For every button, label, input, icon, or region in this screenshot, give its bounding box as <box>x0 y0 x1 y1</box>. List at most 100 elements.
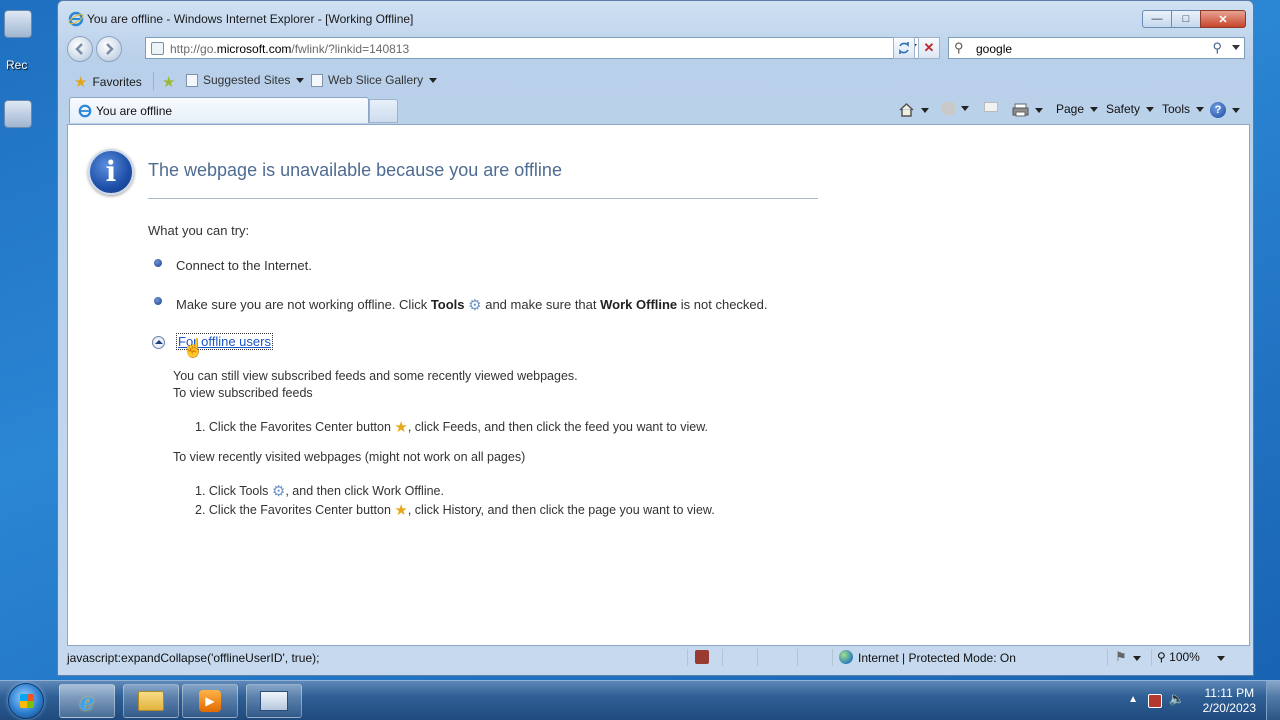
collapse-toggle[interactable] <box>152 336 165 349</box>
protected-mode-icon[interactable]: ⚑ <box>1115 649 1127 665</box>
print-button[interactable] <box>1012 102 1043 118</box>
gear-icon: ⚙ <box>271 483 286 500</box>
action-center-icon[interactable] <box>1148 694 1162 708</box>
stop-button[interactable]: ✕ <box>918 37 940 59</box>
globe-icon <box>839 650 853 664</box>
web-slice-icon <box>311 73 323 87</box>
divider <box>687 649 688 666</box>
popup-blocked-icon[interactable] <box>695 650 709 664</box>
divider <box>722 649 723 666</box>
ie-title-icon <box>68 11 84 27</box>
page-menu-button[interactable]: Page <box>1056 102 1099 116</box>
zone-label: Internet | Protected Mode: On <box>858 651 1016 665</box>
feeds-button[interactable] <box>942 102 969 115</box>
ie-tab-icon <box>78 104 92 121</box>
chevron-down-icon <box>1146 106 1155 112</box>
divider <box>153 72 154 90</box>
mail-icon <box>984 102 998 112</box>
tools-menu-label: Tools <box>1162 102 1191 116</box>
chevron-down-icon[interactable] <box>1133 656 1141 661</box>
divider <box>757 649 758 666</box>
ie-icon: e <box>79 686 95 716</box>
chevron-down-icon <box>1090 106 1099 112</box>
close-button[interactable]: ✕ <box>1200 10 1246 28</box>
home-button[interactable] <box>898 102 929 118</box>
suggested-sites-button[interactable]: Suggested Sites <box>186 73 305 87</box>
taskbar-explorer-button[interactable] <box>123 684 179 718</box>
chevron-down-icon <box>1035 107 1043 113</box>
security-zone[interactable]: Internet | Protected Mode: On <box>839 650 1016 665</box>
show-desktop-button[interactable] <box>1266 681 1280 720</box>
clock-date: 2/20/2023 <box>1202 701 1256 715</box>
title-bar[interactable]: You are offline - Windows Internet Explo… <box>58 1 1253 35</box>
zoom-level: 100% <box>1169 650 1200 664</box>
recent-step-1: 1. Click Tools ⚙, and then click Work Of… <box>195 483 444 500</box>
web-slice-gallery-button[interactable]: Web Slice Gallery <box>311 73 438 87</box>
forward-button[interactable] <box>96 36 122 62</box>
star-icon: ★ <box>394 419 408 436</box>
information-icon: i <box>88 149 134 195</box>
favorites-button[interactable]: ★ Favorites <box>74 73 142 91</box>
favorites-bar: ★ Favorites ★ Suggested Sites Web Slice … <box>59 65 1252 95</box>
search-input[interactable]: google <box>976 42 1012 56</box>
show-hidden-icons-icon[interactable]: ▲ <box>1128 694 1138 708</box>
taskbar-ie-button[interactable]: e <box>59 684 115 718</box>
address-bar[interactable]: http://go.microsoft.com/fwlink/?linkid=1… <box>145 37 921 59</box>
status-bar: javascript:expandCollapse('offlineUserID… <box>67 647 1250 668</box>
tools-menu-button[interactable]: Tools <box>1162 102 1205 116</box>
printer-icon <box>1012 103 1029 117</box>
gear-icon: ⚙ <box>468 297 482 314</box>
status-text: javascript:expandCollapse('offlineUserID… <box>67 651 320 665</box>
bullet-connect: Connect to the Internet. <box>176 258 312 273</box>
divider <box>832 649 833 666</box>
web-slice-label: Web Slice Gallery <box>328 73 424 87</box>
minimize-button[interactable]: — <box>1142 10 1172 28</box>
tab-you-are-offline[interactable]: You are offline <box>69 97 369 123</box>
search-icon: ⚲ <box>954 40 964 55</box>
maximize-button[interactable]: □ <box>1171 10 1201 28</box>
add-favorite-icon: ★ <box>162 74 176 91</box>
bullet-working-offline: Make sure you are not working offline. C… <box>176 297 768 314</box>
zoom-icon: ⚲ <box>1157 650 1166 664</box>
chevron-down-icon <box>296 77 305 83</box>
help-icon: ? <box>1210 102 1226 118</box>
chevron-down-icon <box>429 77 438 83</box>
rss-feed-icon <box>942 102 955 115</box>
address-url[interactable]: http://go.microsoft.com/fwlink/?linkid=1… <box>170 42 409 56</box>
clock[interactable]: 11:11 PM 2/20/2023 <box>1203 686 1256 716</box>
taskbar-media-player-button[interactable]: ▶ <box>182 684 238 718</box>
divider <box>1107 649 1108 666</box>
refresh-button[interactable] <box>893 37 915 59</box>
favorites-star-icon: ★ <box>74 74 88 91</box>
offline-paragraph: You can still view subscribed feeds and … <box>173 369 578 383</box>
zoom-control[interactable]: ⚲ 100% <box>1157 650 1200 664</box>
back-button[interactable] <box>67 36 93 62</box>
taskbar-osk-button[interactable] <box>246 684 302 718</box>
start-button[interactable] <box>8 683 44 719</box>
search-go-icon[interactable]: ⚲ <box>1212 40 1222 56</box>
home-icon <box>899 102 914 117</box>
feeds-subheading: To view subscribed feeds <box>173 386 313 400</box>
bullet-icon <box>154 259 162 267</box>
chevron-down-icon[interactable] <box>1217 656 1225 661</box>
recent-step-2: 2. Click the Favorites Center button ★, … <box>195 502 715 519</box>
add-to-favorites-bar-button[interactable]: ★ <box>162 73 180 91</box>
window-controls: — □ ✕ <box>1142 10 1246 28</box>
divider <box>1151 649 1152 666</box>
help-button[interactable]: ? <box>1210 102 1240 118</box>
chevron-down-icon <box>1232 107 1240 113</box>
divider <box>797 649 798 666</box>
media-player-icon: ▶ <box>199 690 221 712</box>
volume-muted-icon[interactable]: 🔈 <box>1169 691 1185 706</box>
read-mail-button[interactable] <box>984 102 998 112</box>
search-box[interactable]: ⚲ google ⚲ <box>948 37 1245 59</box>
safety-menu-button[interactable]: Safety <box>1106 102 1155 116</box>
folder-icon <box>138 691 164 711</box>
try-label: What you can try: <box>148 223 250 238</box>
favorites-label: Favorites <box>92 75 142 89</box>
desktop-shortcut-icon[interactable] <box>4 100 32 128</box>
hand-cursor-icon: ☝ <box>182 338 205 358</box>
new-tab-button[interactable] <box>369 99 398 123</box>
recycle-bin-icon[interactable] <box>4 10 32 38</box>
search-options-dropdown[interactable] <box>1232 45 1240 50</box>
